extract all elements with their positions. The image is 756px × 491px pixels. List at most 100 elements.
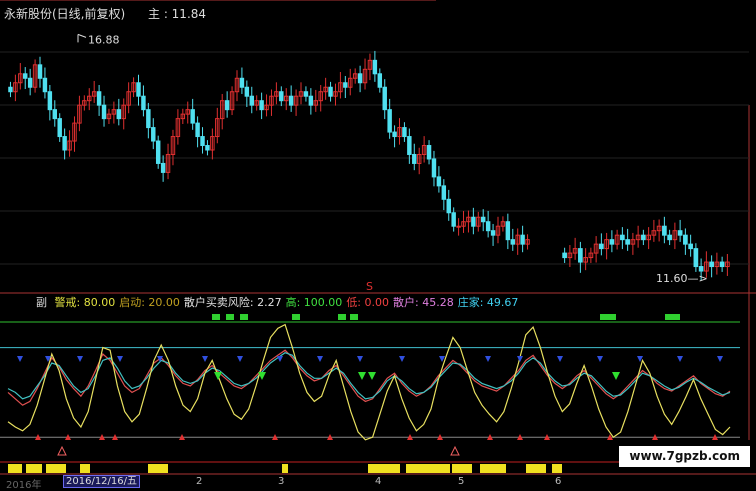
candles-group (8, 50, 730, 281)
candle-body (446, 198, 451, 214)
blue-down-marker (399, 356, 405, 362)
blue-down-marker (557, 356, 563, 362)
axis-year-label: 2016年 (6, 480, 42, 491)
candle-body (205, 145, 210, 151)
chart-title: 永新股份(日线,前复权) (4, 7, 126, 21)
candle-body (116, 109, 122, 120)
blue-down-marker (677, 356, 683, 362)
blue-down-marker (237, 356, 243, 362)
candle-body (303, 91, 309, 97)
yellow-signal-bar (46, 464, 66, 473)
signal-marker: S (366, 280, 373, 293)
blue-down-marker (117, 356, 123, 362)
candle-body (471, 216, 476, 227)
candle-body (662, 225, 667, 236)
price-label: 主 : 11.84 (148, 7, 207, 21)
green-top-bar (226, 314, 234, 320)
candle-body (23, 73, 28, 79)
candle-body (412, 153, 417, 164)
candle-body (27, 77, 33, 88)
indicator-item: 庄家: 49.67 (457, 296, 519, 309)
price-markers: 16.88 11.60—> S (77, 33, 708, 293)
indicator-item: 低: 0.00 (346, 296, 390, 309)
green-top-bar (338, 314, 346, 320)
candle-body (392, 131, 397, 138)
yellow-signal-bar (552, 464, 562, 473)
green-top-bar (600, 314, 608, 320)
candle-body (343, 82, 348, 88)
candle-body (698, 266, 704, 272)
candle-body (62, 136, 67, 151)
yellow-signal-bar (148, 464, 168, 473)
candle-body (490, 230, 496, 236)
blue-down-marker (357, 356, 363, 362)
candle-body (259, 100, 264, 111)
candle-body (456, 225, 461, 228)
candle-body (719, 261, 725, 268)
indicator-item: 警戒: 80.00 (54, 296, 116, 309)
yellow-signal-bar (8, 464, 22, 473)
date-tick: 4 (375, 476, 382, 487)
candle-body (377, 73, 383, 88)
high-marker-line (77, 33, 87, 38)
candle-body (387, 109, 392, 133)
candle-body (426, 145, 432, 160)
candle-body (382, 86, 387, 111)
candle-body (328, 86, 333, 97)
candle-body (688, 243, 693, 250)
green-top-bar (350, 314, 358, 320)
green-top-bar (665, 314, 673, 320)
indicator-legend: 副 警戒: 80.00 启动: 20.00 散户买卖风险: 2.27 高: 100.0… (36, 296, 526, 309)
candle-body (279, 91, 284, 102)
indicator-series-散户买卖风险 (7, 323, 731, 441)
candle-body (47, 91, 53, 111)
candle-body (288, 95, 294, 106)
outline-up-arrow (57, 445, 67, 456)
yellow-signal-bar (480, 464, 506, 473)
candle-body (510, 239, 515, 245)
candle-body (485, 221, 491, 232)
indicator-item: 高: 100.00 (285, 296, 343, 309)
yellow-signal-bar (368, 464, 400, 473)
candle-body (709, 261, 714, 268)
candle-body (101, 104, 107, 120)
candle-body (224, 100, 230, 111)
candle-body (667, 234, 672, 241)
candle-body (244, 86, 250, 97)
candle-body (407, 136, 412, 155)
candle-body (372, 59, 378, 75)
indicator-levels (0, 321, 740, 463)
candle-body (200, 136, 205, 147)
candle-body (155, 140, 161, 164)
green-top-bar (240, 314, 248, 320)
candle-body (141, 95, 146, 111)
indicator-name: 副 (36, 296, 47, 309)
indicator-item: 散户买卖风险: 2.27 (183, 296, 282, 309)
blue-down-marker (597, 356, 603, 362)
green-top-bar (292, 314, 300, 320)
candlestick-chart[interactable]: 16.88 11.60—> S (0, 0, 756, 487)
indicator-lines (7, 323, 731, 441)
green-top-bar (608, 314, 616, 320)
yellow-signal-bar (526, 464, 546, 473)
candle-body (57, 118, 62, 138)
candle-body (249, 95, 254, 106)
green-top-bar (672, 314, 680, 320)
blue-down-marker (717, 356, 723, 362)
low-marker-label: 11.60—> (656, 272, 708, 285)
candle-body (599, 243, 604, 250)
yellow-signal-bar (406, 464, 450, 473)
yellow-signal-bar (26, 464, 42, 473)
blue-down-marker (277, 356, 283, 362)
green-down-arrow (214, 372, 222, 380)
candle-body (190, 109, 195, 124)
candle-body (136, 82, 141, 97)
blue-down-marker (17, 356, 23, 362)
candle-body (625, 239, 630, 245)
candle-body (620, 234, 625, 241)
chart-stage[interactable]: 16.88 11.60—> S 永新股份(日线,前复权) 主 : 11.84 副 警… (0, 0, 756, 491)
candle-body (436, 176, 442, 187)
green-down-arrow (368, 372, 376, 380)
candle-body (480, 216, 486, 223)
date-cursor-box: 2016/12/16/五 (63, 475, 141, 488)
